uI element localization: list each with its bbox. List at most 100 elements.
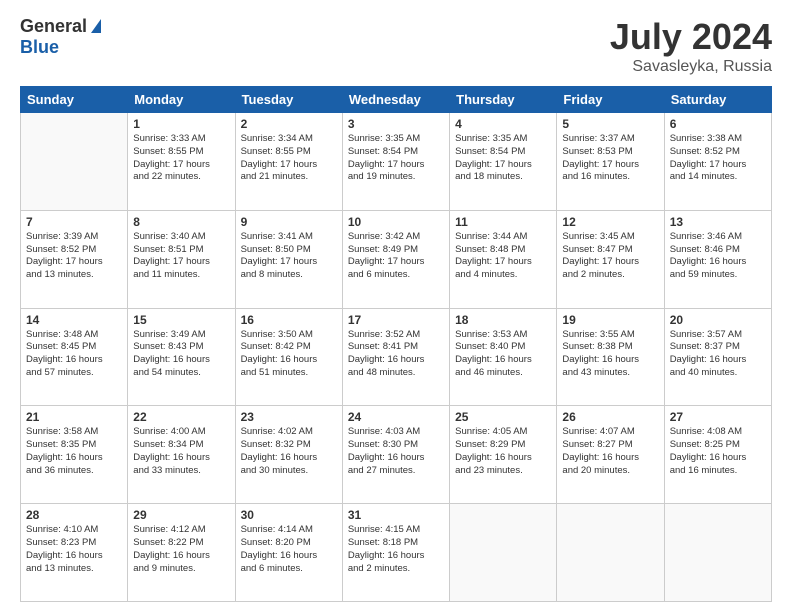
table-row: 24 Sunrise: 4:03 AM Sunset: 8:30 PM Dayli… [342,406,449,504]
table-row: 23Sunrise: 4:02 AM Sunset: 8:32 PM Dayli… [235,406,342,504]
calendar-table: Sunday Monday Tuesday Wednesday Thursday… [20,86,772,602]
calendar-title: July 2024 [610,16,772,58]
day-info: Sunrise: 4:14 AM Sunset: 8:20 PM Dayligh… [241,524,337,575]
calendar-week-row: 1 Sunrise: 3:33 AM Sunset: 8:55 PM Daylig… [21,113,772,211]
day-info: Sunrise: 3:41 AM Sunset: 8:50 PM Dayligh… [241,231,337,282]
day-number: 13 [670,215,766,229]
day-info: Sunrise: 4:10 AM Sunset: 8:23 PM Dayligh… [26,524,122,575]
table-row: 8Sunrise: 3:40 AM Sunset: 8:51 PM Daylig… [128,210,235,308]
table-row: 16 Sunrise: 3:50 AM Sunset: 8:42 PM Dayli… [235,308,342,406]
day-number: 22 [133,410,229,424]
table-row: 10 Sunrise: 3:42 AM Sunset: 8:49 PM Dayli… [342,210,449,308]
table-row: 5Sunrise: 3:37 AM Sunset: 8:53 PM Daylig… [557,113,664,211]
day-info: Sunrise: 3:42 AM Sunset: 8:49 PM Dayligh… [348,231,444,282]
day-info: Sunrise: 3:44 AM Sunset: 8:48 PM Dayligh… [455,231,551,282]
day-number: 1 [133,117,229,131]
calendar-week-row: 7 Sunrise: 3:39 AM Sunset: 8:52 PM Daylig… [21,210,772,308]
day-number: 30 [241,508,337,522]
table-row: 12 Sunrise: 3:45 AM Sunset: 8:47 PM Dayli… [557,210,664,308]
day-number: 7 [26,215,122,229]
day-info: Sunrise: 4:00 AM Sunset: 8:34 PM Dayligh… [133,426,229,477]
table-row: 6Sunrise: 3:38 AM Sunset: 8:52 PM Daylig… [664,113,771,211]
header: General Blue July 2024 Savasleyka, Russi… [20,16,772,76]
day-info: Sunrise: 3:37 AM Sunset: 8:53 PM Dayligh… [562,133,658,184]
table-row: 15 Sunrise: 3:49 AM Sunset: 8:43 PM Dayli… [128,308,235,406]
table-row: 20 Sunrise: 3:57 AM Sunset: 8:37 PM Dayli… [664,308,771,406]
table-row [450,504,557,602]
table-row: 3 Sunrise: 3:35 AM Sunset: 8:54 PM Daylig… [342,113,449,211]
day-info: Sunrise: 3:48 AM Sunset: 8:45 PM Dayligh… [26,329,122,380]
col-tuesday: Tuesday [235,87,342,113]
day-info: Sunrise: 3:40 AM Sunset: 8:51 PM Dayligh… [133,231,229,282]
table-row: 9Sunrise: 3:41 AM Sunset: 8:50 PM Daylig… [235,210,342,308]
day-number: 15 [133,313,229,327]
table-row: 30 Sunrise: 4:14 AM Sunset: 8:20 PM Dayli… [235,504,342,602]
day-number: 28 [26,508,122,522]
day-info: Sunrise: 4:08 AM Sunset: 8:25 PM Dayligh… [670,426,766,477]
day-info: Sunrise: 3:45 AM Sunset: 8:47 PM Dayligh… [562,231,658,282]
day-info: Sunrise: 3:35 AM Sunset: 8:54 PM Dayligh… [455,133,551,184]
day-info: Sunrise: 4:02 AM Sunset: 8:32 PM Dayligh… [241,426,337,477]
table-row: 1 Sunrise: 3:33 AM Sunset: 8:55 PM Daylig… [128,113,235,211]
table-row: 14 Sunrise: 3:48 AM Sunset: 8:45 PM Dayli… [21,308,128,406]
day-number: 10 [348,215,444,229]
table-row: 17Sunrise: 3:52 AM Sunset: 8:41 PM Dayli… [342,308,449,406]
day-number: 19 [562,313,658,327]
logo-triangle-icon [91,19,101,33]
day-number: 12 [562,215,658,229]
day-info: Sunrise: 4:12 AM Sunset: 8:22 PM Dayligh… [133,524,229,575]
day-info: Sunrise: 3:53 AM Sunset: 8:40 PM Dayligh… [455,329,551,380]
day-info: Sunrise: 3:46 AM Sunset: 8:46 PM Dayligh… [670,231,766,282]
logo-blue-text: Blue [20,37,59,58]
table-row: 29 Sunrise: 4:12 AM Sunset: 8:22 PM Dayli… [128,504,235,602]
col-wednesday: Wednesday [342,87,449,113]
table-row: 13 Sunrise: 3:46 AM Sunset: 8:46 PM Dayli… [664,210,771,308]
col-thursday: Thursday [450,87,557,113]
day-info: Sunrise: 3:55 AM Sunset: 8:38 PM Dayligh… [562,329,658,380]
table-row: 31 Sunrise: 4:15 AM Sunset: 8:18 PM Dayli… [342,504,449,602]
calendar-header-row: Sunday Monday Tuesday Wednesday Thursday… [21,87,772,113]
day-number: 3 [348,117,444,131]
table-row: 7 Sunrise: 3:39 AM Sunset: 8:52 PM Daylig… [21,210,128,308]
day-number: 21 [26,410,122,424]
table-row: 26 Sunrise: 4:07 AM Sunset: 8:27 PM Dayli… [557,406,664,504]
day-info: Sunrise: 3:38 AM Sunset: 8:52 PM Dayligh… [670,133,766,184]
col-friday: Friday [557,87,664,113]
page: General Blue July 2024 Savasleyka, Russi… [0,0,792,612]
day-number: 20 [670,313,766,327]
day-info: Sunrise: 3:57 AM Sunset: 8:37 PM Dayligh… [670,329,766,380]
day-info: Sunrise: 3:49 AM Sunset: 8:43 PM Dayligh… [133,329,229,380]
day-info: Sunrise: 3:33 AM Sunset: 8:55 PM Dayligh… [133,133,229,184]
table-row: 11 Sunrise: 3:44 AM Sunset: 8:48 PM Dayli… [450,210,557,308]
day-number: 2 [241,117,337,131]
calendar-location: Savasleyka, Russia [610,58,772,76]
day-info: Sunrise: 3:35 AM Sunset: 8:54 PM Dayligh… [348,133,444,184]
day-number: 18 [455,313,551,327]
day-number: 16 [241,313,337,327]
day-info: Sunrise: 4:07 AM Sunset: 8:27 PM Dayligh… [562,426,658,477]
day-info: Sunrise: 3:50 AM Sunset: 8:42 PM Dayligh… [241,329,337,380]
table-row: 28 Sunrise: 4:10 AM Sunset: 8:23 PM Dayli… [21,504,128,602]
table-row: 21Sunrise: 3:58 AM Sunset: 8:35 PM Dayli… [21,406,128,504]
day-number: 26 [562,410,658,424]
table-row: 4Sunrise: 3:35 AM Sunset: 8:54 PM Daylig… [450,113,557,211]
day-number: 25 [455,410,551,424]
table-row: 18 Sunrise: 3:53 AM Sunset: 8:40 PM Dayli… [450,308,557,406]
col-saturday: Saturday [664,87,771,113]
table-row: 2 Sunrise: 3:34 AM Sunset: 8:55 PM Daylig… [235,113,342,211]
calendar-week-row: 21Sunrise: 3:58 AM Sunset: 8:35 PM Dayli… [21,406,772,504]
day-number: 24 [348,410,444,424]
day-info: Sunrise: 4:05 AM Sunset: 8:29 PM Dayligh… [455,426,551,477]
col-sunday: Sunday [21,87,128,113]
table-row: 22 Sunrise: 4:00 AM Sunset: 8:34 PM Dayli… [128,406,235,504]
day-info: Sunrise: 4:03 AM Sunset: 8:30 PM Dayligh… [348,426,444,477]
day-info: Sunrise: 3:39 AM Sunset: 8:52 PM Dayligh… [26,231,122,282]
day-number: 31 [348,508,444,522]
title-block: July 2024 Savasleyka, Russia [610,16,772,76]
day-number: 11 [455,215,551,229]
day-number: 29 [133,508,229,522]
logo: General Blue [20,16,101,58]
day-info: Sunrise: 4:15 AM Sunset: 8:18 PM Dayligh… [348,524,444,575]
day-number: 14 [26,313,122,327]
day-info: Sunrise: 3:34 AM Sunset: 8:55 PM Dayligh… [241,133,337,184]
